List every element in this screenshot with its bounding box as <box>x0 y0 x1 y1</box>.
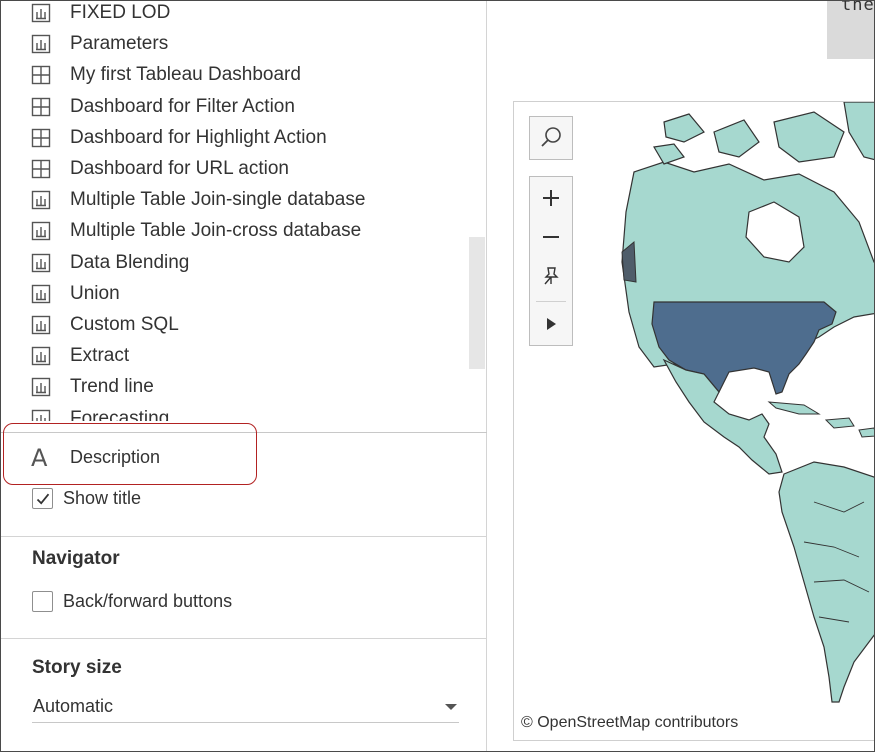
sheet-list-item[interactable]: Extract <box>31 342 129 370</box>
worksheet-icon <box>31 284 51 303</box>
story-size-heading: Story size <box>32 657 122 678</box>
map-attribution[interactable]: © OpenStreetMap contributors <box>521 714 738 732</box>
worksheet-icon <box>31 34 51 54</box>
story-sidebar: FIXED LOD Parameters My first Tableau Dash… <box>1 1 487 751</box>
sheet-list-item[interactable]: Forecasting <box>31 405 169 421</box>
sheet-list-item-label: Extract <box>70 345 130 367</box>
sheet-list-item-label: My first Tableau Dashboard <box>70 64 301 86</box>
description-item[interactable]: Description <box>70 447 160 468</box>
map-land-arctic <box>663 113 705 143</box>
plus-icon <box>543 190 559 206</box>
dashboard-icon <box>31 97 51 116</box>
worksheet-icon <box>31 315 51 335</box>
sheet-list-item-label: Data Blending <box>70 251 190 273</box>
sheet-list-item-label: Dashboard for URL action <box>70 158 289 179</box>
divider <box>1 536 487 537</box>
worksheet-icon <box>31 222 51 241</box>
expand-toolbar-button[interactable] <box>530 305 572 343</box>
map-land-caribbean <box>858 427 874 438</box>
toolbar-divider <box>536 301 566 302</box>
sheet-list-item[interactable]: Trend line <box>31 373 154 401</box>
app-window: FIXED LOD Parameters My first Tableau Dash… <box>0 0 875 752</box>
sheet-list-item-label: Multiple Table Join-single database <box>70 189 366 211</box>
sheet-list-item-label: Dashboard for Filter Action <box>70 95 295 117</box>
sheet-list-item-label: Multiple Table Join-cross database <box>70 220 362 242</box>
sheet-list-item[interactable]: Parameters <box>31 30 168 58</box>
sheet-list-item[interactable]: Union <box>31 280 120 308</box>
map-search-button[interactable] <box>529 116 573 160</box>
map-land-hispaniola <box>824 417 855 429</box>
sheet-list-item-label: FIXED LOD <box>70 2 171 23</box>
checkmark-icon <box>36 493 50 505</box>
worksheet-icon <box>31 346 51 366</box>
dashboard-icon <box>31 159 51 179</box>
map-land-arctic <box>653 143 685 165</box>
sheet-list-item[interactable]: Dashboard for URL action <box>31 155 289 183</box>
story-point-caption[interactable]: the <box>827 0 875 59</box>
map-land-arctic <box>773 111 845 163</box>
show-title-checkbox[interactable] <box>32 488 53 509</box>
text-object-icon[interactable]: A <box>31 444 47 472</box>
caption-text: the <box>841 0 875 15</box>
sheet-list-item[interactable]: My first Tableau Dashboard <box>31 61 301 89</box>
story-canvas: the © OpenStreetMap contributors <box>488 0 875 751</box>
map-view[interactable]: © OpenStreetMap contributors <box>513 101 874 741</box>
worksheet-icon <box>31 378 51 397</box>
sheet-list-item[interactable]: Multiple Table Join-cross database <box>31 217 361 245</box>
map-land-south-america <box>778 461 874 703</box>
sheet-list-item[interactable]: Data Blending <box>31 249 189 277</box>
worksheet-icon <box>31 409 51 421</box>
sheet-list-scrollbar[interactable] <box>469 237 485 369</box>
sheet-list: FIXED LOD Parameters My first Tableau Dash… <box>1 1 487 421</box>
sheet-list-item-label: Dashboard for Highlight Action <box>70 126 327 148</box>
sheet-list-item-label: Trend line <box>70 376 154 398</box>
sheet-list-item-label: Forecasting <box>70 407 170 421</box>
worksheet-icon <box>31 3 51 23</box>
pin-icon <box>544 267 559 285</box>
map-land-arctic <box>713 119 760 158</box>
divider <box>1 638 487 639</box>
map-land-cuba <box>767 401 821 415</box>
worksheet-icon <box>31 253 51 272</box>
zoom-in-button[interactable] <box>530 179 572 217</box>
map-land-greenland <box>843 102 874 161</box>
dashboard-icon <box>31 128 51 147</box>
search-icon <box>541 127 561 147</box>
zoom-out-button[interactable] <box>530 218 572 256</box>
play-triangle-icon <box>547 318 556 330</box>
sheet-list-item[interactable]: Custom SQL <box>31 311 179 339</box>
chevron-down-icon <box>445 704 457 710</box>
worksheet-icon <box>31 190 51 210</box>
minus-icon <box>543 236 559 238</box>
sheet-list-item-label: Union <box>70 282 120 304</box>
pin-map-button[interactable] <box>530 257 572 295</box>
back-forward-label: Back/forward buttons <box>63 591 233 611</box>
sheet-list-item[interactable]: Multiple Table Join-single database <box>31 186 365 214</box>
sheet-list-item-label: Parameters <box>70 33 169 55</box>
show-title-label: Show title <box>63 488 142 508</box>
back-forward-checkbox[interactable] <box>32 591 53 612</box>
navigator-heading: Navigator <box>32 548 120 569</box>
sheet-list-item[interactable]: Dashboard for Highlight Action <box>31 124 327 152</box>
story-size-value: Automatic <box>33 696 114 716</box>
map-toolbar <box>529 176 573 346</box>
dashboard-icon <box>31 66 51 85</box>
sheet-list-item[interactable]: Dashboard for Filter Action <box>31 93 295 121</box>
sheet-list-item[interactable]: FIXED LOD <box>31 1 170 27</box>
story-size-dropdown[interactable]: Automatic <box>32 691 459 723</box>
sheet-list-item-label: Custom SQL <box>70 314 179 335</box>
